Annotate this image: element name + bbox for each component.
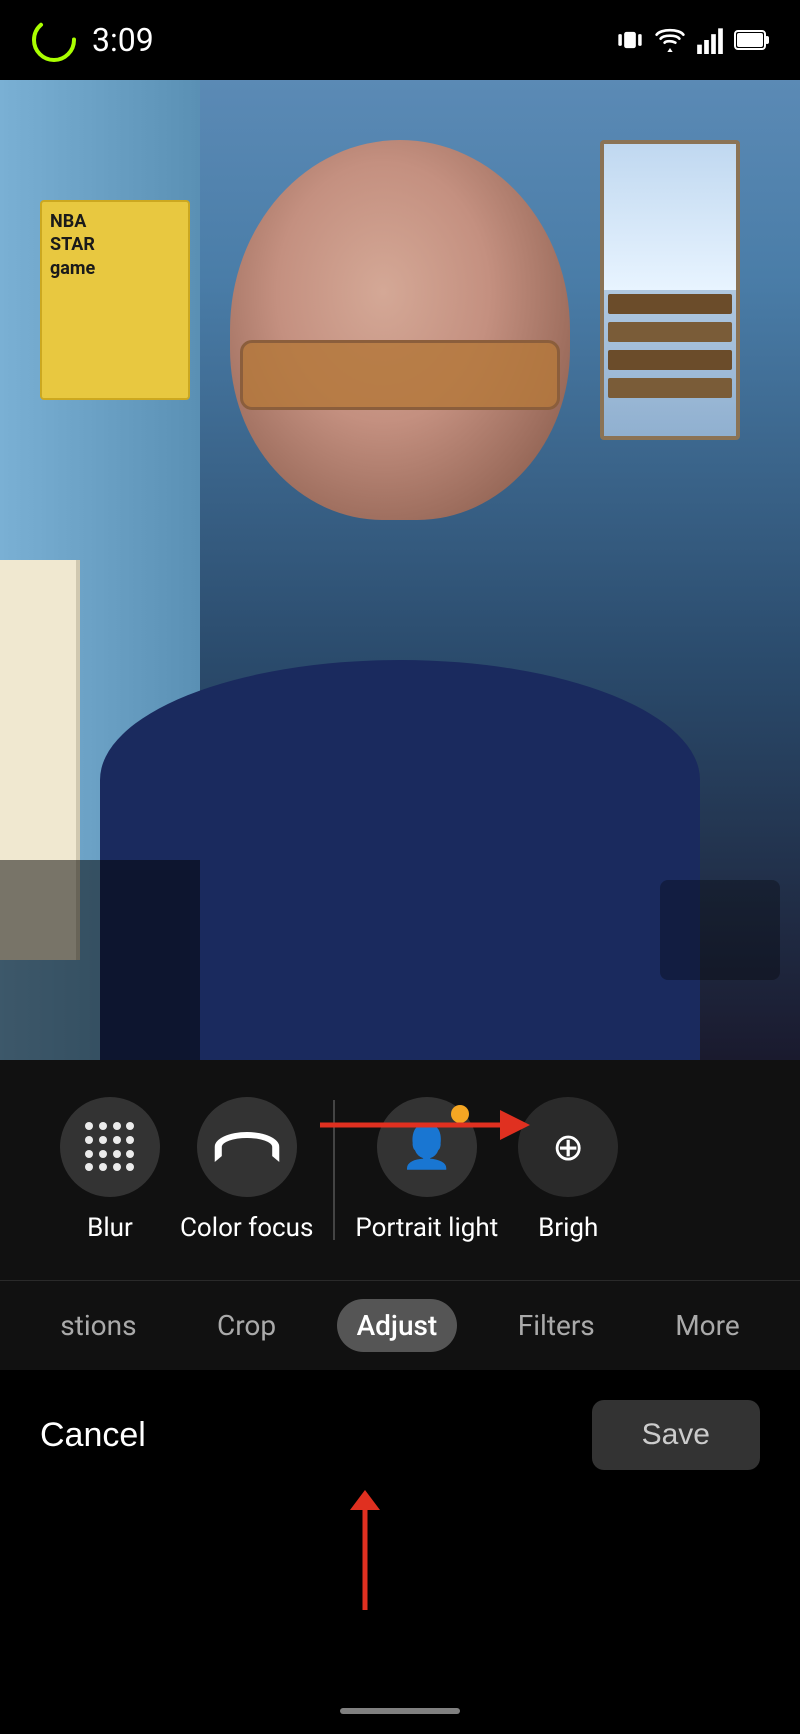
status-bar: 3:09 <box>0 0 800 80</box>
tab-filters[interactable]: Filters <box>498 1299 615 1352</box>
horizontal-arrow-annotation <box>310 1100 530 1150</box>
wifi-icon <box>654 26 686 54</box>
person-head <box>230 140 570 520</box>
status-icons <box>616 26 770 54</box>
save-button[interactable]: Save <box>592 1400 760 1470</box>
brightness-tool[interactable]: ⊕ Brigh <box>518 1097 618 1243</box>
blur-tool-circle <box>60 1097 160 1197</box>
tab-adjust[interactable]: Adjust <box>337 1299 458 1352</box>
vibrate-icon <box>616 26 644 54</box>
color-focus-label: Color focus <box>180 1213 313 1243</box>
tab-crop[interactable]: Crop <box>197 1299 296 1352</box>
brightness-icon: ⊕ <box>552 1125 584 1170</box>
portrait-light-label: Portrait light <box>355 1213 498 1243</box>
signal-icon <box>696 26 724 54</box>
circle-icon <box>30 16 78 64</box>
status-time: 3:09 <box>92 21 154 59</box>
brightness-circle: ⊕ <box>518 1097 618 1197</box>
tools-panel: Blur Color focus 👤 Portrait light ⊕ B <box>0 1060 800 1280</box>
poster: NBASTARgame <box>40 200 190 400</box>
color-focus-tool[interactable]: Color focus <box>180 1097 313 1243</box>
blur-icon <box>85 1122 135 1172</box>
vertical-arrow-annotation <box>340 1490 390 1620</box>
color-focus-circle <box>197 1097 297 1197</box>
status-left: 3:09 <box>30 16 154 64</box>
tab-more[interactable]: More <box>655 1299 760 1352</box>
tab-suggestions[interactable]: stions <box>40 1299 156 1352</box>
poster-text: NBASTARgame <box>42 202 188 288</box>
battery-icon <box>734 29 770 51</box>
photo-background: NBASTARgame <box>0 80 800 1060</box>
brightness-label: Brigh <box>538 1213 598 1243</box>
color-focus-icon <box>214 1132 279 1162</box>
window <box>600 140 740 440</box>
photo-area: NBASTARgame <box>0 80 800 1060</box>
cancel-button[interactable]: Cancel <box>40 1416 146 1455</box>
home-indicator <box>340 1708 460 1714</box>
glasses <box>240 340 560 410</box>
tab-bar: stions Crop Adjust Filters More <box>0 1280 800 1370</box>
blur-label: Blur <box>87 1213 133 1243</box>
bottom-area <box>0 1474 800 1734</box>
blur-tool[interactable]: Blur <box>60 1097 160 1243</box>
